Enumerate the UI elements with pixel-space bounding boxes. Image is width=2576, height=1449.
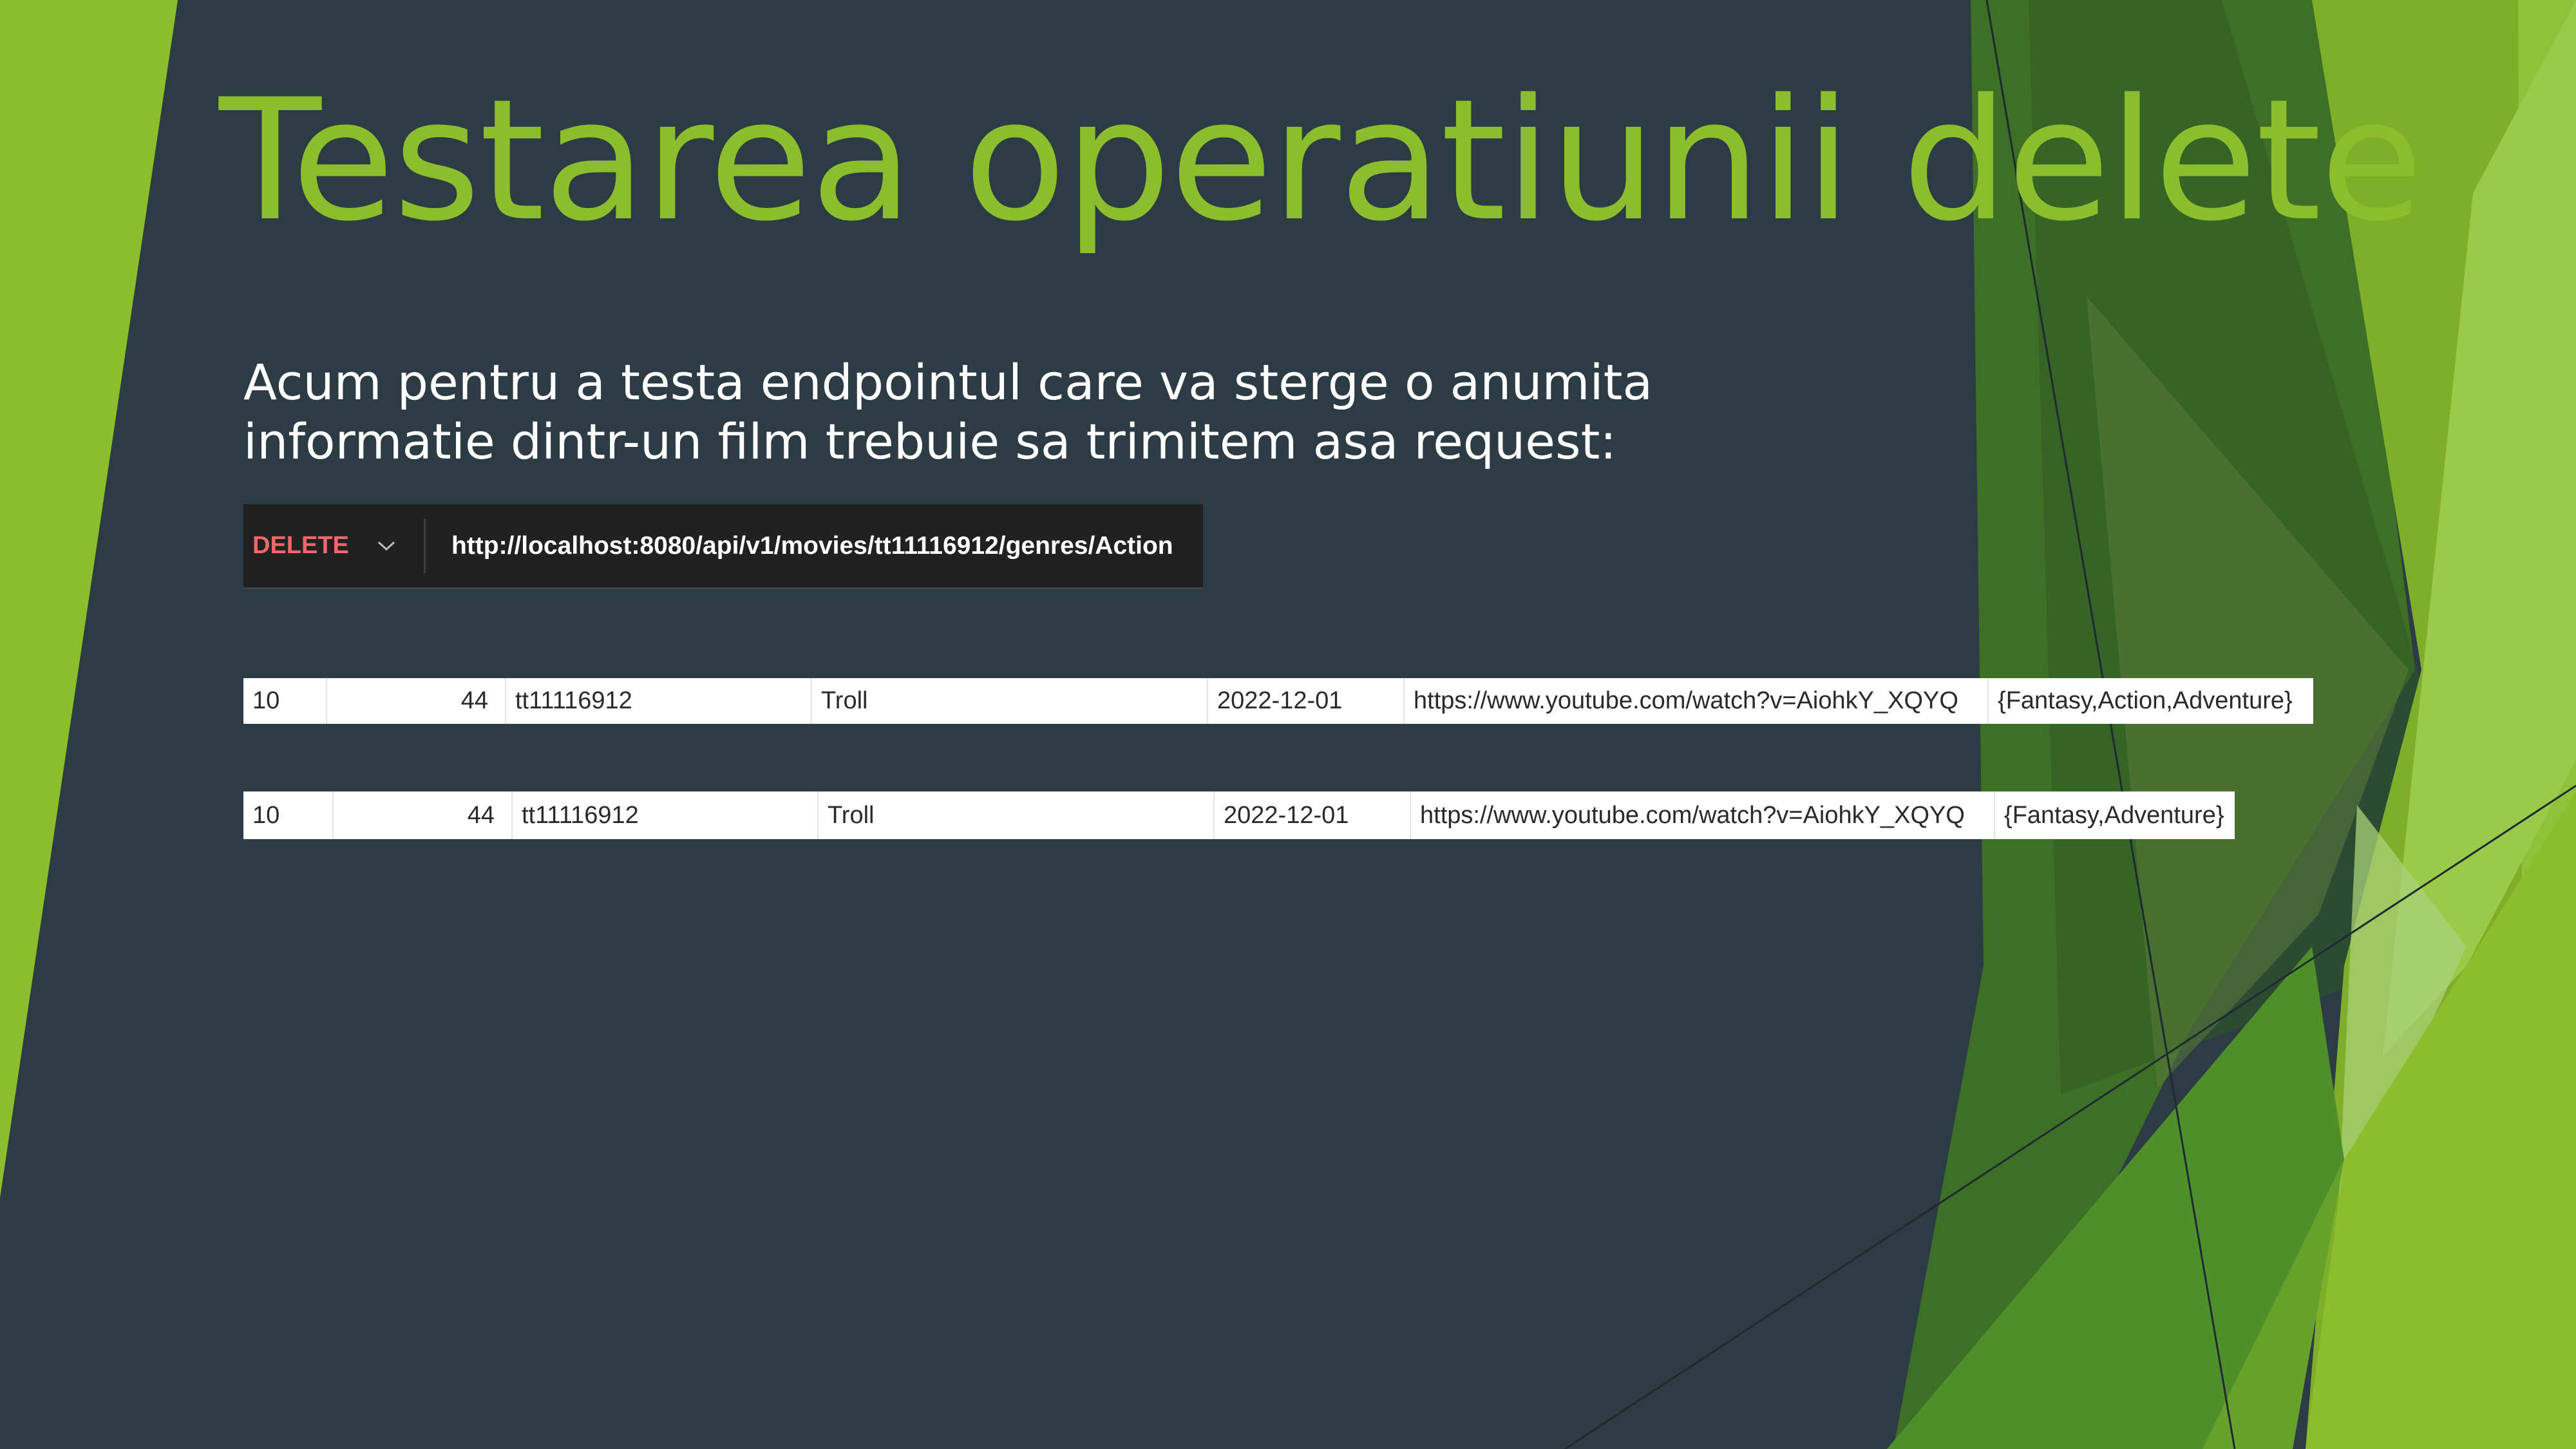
- slide-text-line-1: Acum pentru a testa endpointul care va s…: [243, 354, 1653, 411]
- slide-title: Testarea operatiunii delete: [219, 64, 2423, 258]
- left-green-shape: [0, 0, 178, 1198]
- cell-title: Troll: [819, 791, 1215, 839]
- cell-trailer-link: https://www.youtube.com/watch?v=AiohkY_X…: [1411, 791, 1995, 839]
- cell-trailer-link: https://www.youtube.com/watch?v=AiohkY_X…: [1405, 678, 1989, 724]
- chevron-down-icon[interactable]: [368, 527, 404, 565]
- table-row: 10 44 tt11116912 Troll 2022-12-01 https:…: [243, 678, 2313, 724]
- cell-imdb-id: tt11116912: [506, 678, 812, 724]
- cell-number: 44: [334, 791, 513, 839]
- request-bar: DELETE http://localhost:8080/api/v1/movi…: [243, 504, 1203, 589]
- cell-number: 44: [327, 678, 506, 724]
- cell-release-date: 2022-12-01: [1208, 678, 1405, 724]
- http-method-select[interactable]: DELETE: [252, 532, 355, 560]
- url-input[interactable]: http://localhost:8080/api/v1/movies/tt11…: [451, 532, 1173, 560]
- table-row: 10 44 tt11116912 Troll 2022-12-01 https:…: [243, 791, 2235, 839]
- slide-text-line-2: informatie dintr-un film trebuie sa trim…: [243, 413, 1617, 470]
- cell-id: 10: [243, 791, 334, 839]
- cell-release-date: 2022-12-01: [1215, 791, 1411, 839]
- cell-id: 10: [243, 678, 327, 724]
- cell-title: Troll: [812, 678, 1208, 724]
- cell-genres: {Fantasy,Action,Adventure}: [1998, 687, 2293, 714]
- slide-text: Acum pentru a testa endpointul care va s…: [243, 353, 1789, 471]
- cell-genres: {Fantasy,Adventure}: [2004, 801, 2224, 829]
- cell-imdb-id: tt11116912: [513, 791, 819, 839]
- request-bar-divider: [424, 518, 426, 573]
